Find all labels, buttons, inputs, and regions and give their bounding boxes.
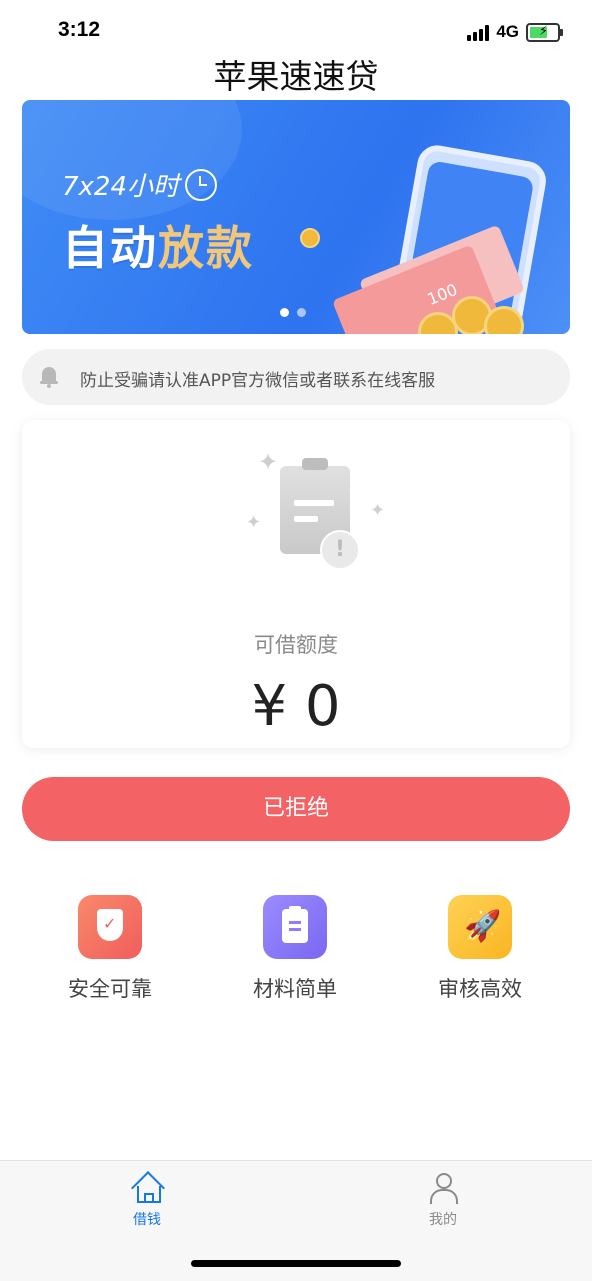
clipboard-icon (263, 895, 327, 959)
page-title: 苹果速速贷 (213, 57, 379, 96)
network-type: 4G (496, 22, 519, 41)
banner-headline-part1: 自动 (62, 221, 158, 275)
status-button[interactable]: 已拒绝 (22, 777, 570, 841)
notice-text: 防止受骗请认准APP官方微信或者联系在线客服 (80, 371, 436, 391)
notice-bar: 防止受骗请认准APP官方微信或者联系在线客服 (22, 349, 570, 405)
tab-label: 借钱 (133, 1212, 161, 1228)
shield-check-icon (78, 895, 142, 959)
tab-mine[interactable]: 我的 (398, 1171, 488, 1229)
coin-icon (300, 228, 320, 248)
carousel-indicator[interactable] (280, 308, 306, 317)
battery-icon: ⚡ (526, 22, 563, 42)
feature-item-materials: 材料简单 (225, 895, 365, 1003)
credit-limit-label: 可借额度 (254, 633, 338, 657)
feature-item-fast: 🚀 审核高效 (410, 895, 550, 1003)
clock-icon (185, 168, 218, 201)
status-time: 3:12 (58, 18, 101, 41)
banner-tagline: 7x24小时 (62, 166, 218, 203)
home-indicator (191, 1260, 401, 1267)
feature-label: 审核高效 (438, 977, 522, 1001)
credit-card: ✦ ✦ ✦ ! 可借额度 ¥ 0 (22, 420, 570, 748)
banner-headline-part2: 放款 (158, 221, 254, 275)
carousel-dot[interactable] (297, 308, 306, 317)
status-indicators: 4G ⚡ (467, 22, 563, 42)
credit-limit-amount: ¥ 0 (251, 674, 341, 739)
feature-label: 安全可靠 (68, 977, 152, 1001)
bell-icon (40, 367, 58, 388)
promo-banner[interactable]: 7x24小时 自动放款 100 (22, 100, 570, 334)
banner-headline: 自动放款 (62, 212, 254, 278)
home-icon (130, 1171, 165, 1205)
tab-label: 我的 (429, 1212, 457, 1228)
carousel-dot[interactable] (280, 308, 289, 317)
tab-borrow[interactable]: 借钱 (102, 1171, 192, 1229)
banner-tagline-text: 7x24小时 (62, 172, 180, 202)
feature-list: 安全可靠 材料简单 🚀 审核高效 (0, 895, 592, 1005)
empty-clipboard-icon: ✦ ✦ ✦ ! (246, 448, 400, 588)
person-icon (426, 1171, 460, 1205)
feature-item-safe: 安全可靠 (40, 895, 180, 1003)
signal-icon (467, 24, 490, 41)
feature-label: 材料简单 (253, 977, 337, 1001)
rocket-icon: 🚀 (448, 895, 512, 959)
